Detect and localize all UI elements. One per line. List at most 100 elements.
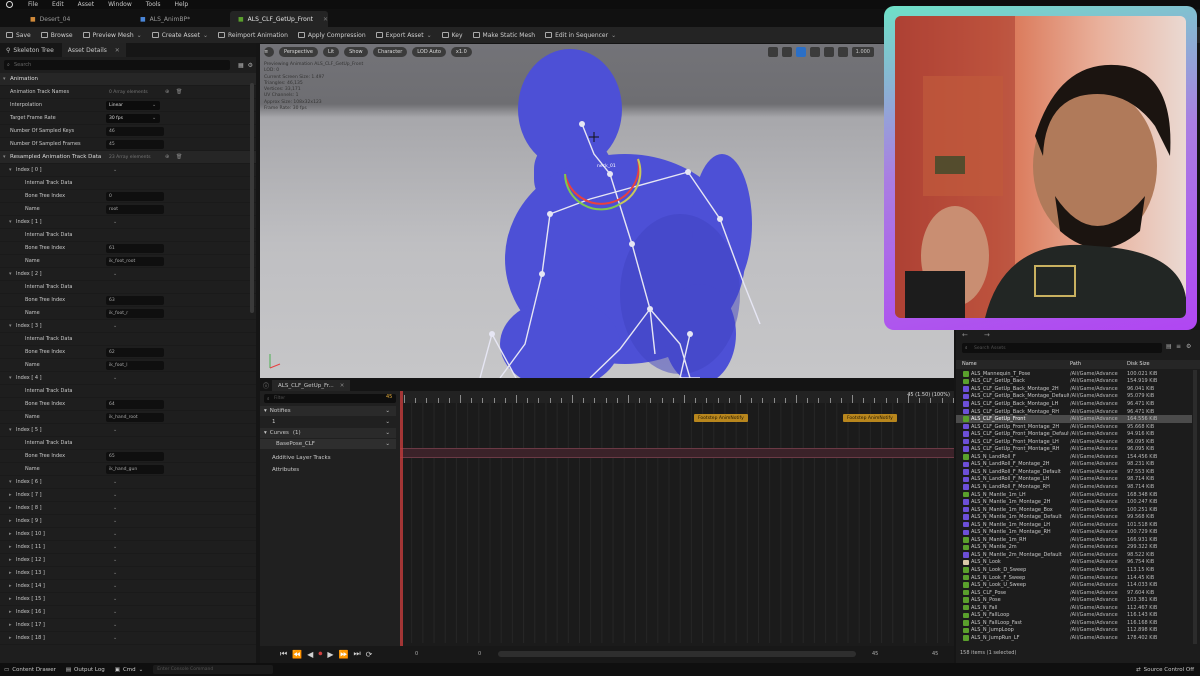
scale-icon[interactable] — [809, 47, 820, 57]
step-forward-icon[interactable]: ⏩ — [338, 650, 348, 659]
track-filter-input[interactable]: ⌕ Filter — [264, 394, 396, 403]
property-row[interactable]: Name ik_hand_gun — [0, 463, 256, 476]
rotate-icon[interactable] — [795, 47, 806, 57]
toolbar-button-apply-compression[interactable]: Apply Compression — [297, 32, 366, 39]
close-icon[interactable]: ✕ — [115, 47, 120, 54]
asset-row[interactable]: ALS_CLF_GetUp_Back_Montage_Default/All/G… — [956, 393, 1192, 401]
property-row[interactable]: Number Of Sampled Frames 45 — [0, 138, 256, 151]
delete-icon[interactable]: 🗑 — [176, 89, 182, 95]
tab-animbp[interactable]: ■ ALS_AnimBP* — [132, 11, 230, 27]
expand-arrow-icon[interactable]: ▸ — [9, 570, 12, 576]
asset-search-input[interactable]: ⌕ Search Assets — [962, 343, 1162, 353]
settings-gear-icon[interactable]: ⚙ — [1186, 343, 1191, 350]
close-icon[interactable]: ✕ — [340, 383, 345, 389]
asset-row[interactable]: ALS_CLF_GetUp_Front_Montage_Default/All/… — [956, 430, 1192, 438]
property-value[interactable]: 63 — [106, 295, 164, 305]
expand-arrow-icon[interactable]: ▸ — [9, 596, 12, 602]
playback-speed-button[interactable]: x1.0 — [450, 47, 472, 57]
console-command-input[interactable]: Enter Console Command — [153, 665, 274, 674]
track-additive-layer-tracks[interactable]: Additive Layer Tracks — [260, 453, 396, 463]
expand-arrow-icon[interactable]: ▸ — [9, 518, 12, 524]
content-drawer-button[interactable]: ▭ Content Drawer — [4, 667, 56, 673]
delete-icon[interactable]: 🗑 — [176, 154, 182, 160]
animation-viewport[interactable]: neck_01 ≡ Perspective Lit Show Character… — [260, 44, 954, 378]
column-name[interactable]: Name — [962, 361, 977, 367]
expand-arrow-icon[interactable]: ▸ — [9, 492, 12, 498]
asset-row[interactable]: ALS_N_Look_D_Sweep/All/Game/Advance 113.1… — [956, 566, 1192, 574]
asset-row[interactable]: ALS_CLF_GetUp_Front_Montage_RH/All/Game/… — [956, 445, 1192, 453]
property-row[interactable]: Bone Tree Index 64 — [0, 398, 256, 411]
column-path[interactable]: Path — [1070, 361, 1081, 367]
loop-icon[interactable]: ⟳ — [366, 650, 373, 659]
asset-row[interactable]: ALS_N_Look/All/Game/Advance 96.754 KiB — [956, 559, 1192, 567]
asset-row[interactable]: ALS_N_Pose/All/Game/Advance 103.381 KiB — [956, 596, 1192, 604]
property-row[interactable]: ▾ Index [ 1 ] ⌄ — [0, 216, 256, 229]
forward-arrow-icon[interactable]: → — [984, 331, 990, 339]
property-row[interactable]: Bone Tree Index 65 — [0, 450, 256, 463]
expand-arrow-icon[interactable]: ▾ — [9, 323, 12, 329]
property-row[interactable]: ▾ Index [ 0 ] ⌄ — [0, 164, 256, 177]
property-row[interactable]: ▸ Index [ 9 ] ⌄ — [0, 515, 256, 528]
property-value[interactable]: 23 Array elements — [106, 153, 164, 162]
asset-row[interactable]: ALS_CLF_GetUp_Back/All/Game/Advance 154.9… — [956, 378, 1192, 386]
property-value[interactable]: ik_foot_root — [106, 256, 164, 266]
range-end[interactable]: 45 — [932, 651, 938, 657]
expand-arrow-icon[interactable]: ▸ — [9, 557, 12, 563]
asset-row[interactable]: ALS_N_LandRoll_F_Montage_Default/All/Gam… — [956, 468, 1192, 476]
expand-arrow-icon[interactable]: ▾ — [9, 219, 12, 225]
expand-arrow-icon[interactable]: ▾ — [264, 430, 267, 436]
property-row[interactable]: ▸ Index [ 10 ] ⌄ — [0, 528, 256, 541]
toolbar-button-create-asset[interactable]: Create Asset ⌄ — [151, 32, 208, 39]
surface-snap-icon[interactable] — [837, 47, 848, 57]
property-row[interactable]: Interpolation Linear ⌄ — [0, 99, 256, 112]
property-row[interactable]: Bone Tree Index 0 — [0, 190, 256, 203]
view-start[interactable]: 0 — [478, 651, 481, 657]
translate-icon[interactable] — [781, 47, 792, 57]
perspective-button[interactable]: Perspective — [279, 47, 318, 57]
frame-ruler[interactable] — [400, 391, 954, 403]
expand-arrow-icon[interactable]: ▾ — [9, 479, 12, 485]
expand-arrow-icon[interactable]: ▾ — [3, 76, 6, 82]
asset-row[interactable]: ALS_N_Fall/All/Game/Advance 112.467 KiB — [956, 604, 1192, 612]
fov-value[interactable]: 1.000 — [851, 47, 874, 57]
skip-to-end-icon[interactable]: ⏭ — [353, 649, 360, 659]
property-row[interactable]: Bone Tree Index 61 — [0, 242, 256, 255]
expand-arrow-icon[interactable]: ▸ — [9, 544, 12, 550]
chevron-down-icon[interactable]: ⌄ — [385, 441, 390, 447]
property-value[interactable]: 0 Array elements — [106, 88, 164, 97]
property-value[interactable]: ik_hand_root — [106, 412, 164, 422]
property-row[interactable]: Name ik_foot_r — [0, 307, 256, 320]
output-log-button[interactable]: ▤ Output Log — [66, 667, 105, 673]
chevron-down-icon[interactable]: ⌄ — [385, 419, 390, 425]
filter-icon[interactable]: ≡ — [1176, 343, 1181, 350]
settings-gear-icon[interactable]: ⚙ — [248, 62, 253, 69]
asset-row[interactable]: ALS_CLF_GetUp_Back_Montage_2H/All/Game/A… — [956, 385, 1192, 393]
toolbar-button-browse[interactable]: Browse — [40, 32, 73, 39]
property-row[interactable]: ▾ Resampled Animation Track Data 23 Array … — [0, 151, 256, 164]
track-notifies[interactable]: ▾ Notifies ⌄ — [260, 406, 396, 416]
asset-row[interactable]: ALS_N_FallLoop/All/Game/Advance 116.143 K… — [956, 612, 1192, 620]
lit-button[interactable]: Lit — [322, 47, 340, 57]
menu-window[interactable]: Window — [108, 1, 132, 8]
menu-tools[interactable]: Tools — [146, 1, 161, 8]
property-value[interactable]: 0 — [106, 191, 164, 201]
tab-asset-details[interactable]: Asset Details ✕ — [61, 43, 126, 57]
show-button[interactable]: Show — [344, 47, 368, 57]
property-row[interactable]: ▸ Index [ 17 ] ⌄ — [0, 619, 256, 632]
property-row[interactable]: ▾ Animation — [0, 73, 256, 86]
property-value[interactable]: ik_foot_l — [106, 360, 164, 370]
property-value[interactable]: 64 — [106, 399, 164, 409]
expand-arrow-icon[interactable]: ▾ — [9, 167, 12, 173]
property-value[interactable]: 46 — [106, 126, 164, 136]
expand-arrow-icon[interactable]: ▸ — [9, 531, 12, 537]
asset-row[interactable]: ALS_CLF_GetUp_Front_Montage_2H/All/Game/… — [956, 423, 1192, 431]
property-row[interactable]: ▸ Index [ 11 ] ⌄ — [0, 541, 256, 554]
track-basepose-clf[interactable]: BasePose_CLF ⌄ — [260, 439, 396, 449]
toolbar-button-export-asset[interactable]: Export Asset ⌄ — [375, 32, 432, 39]
skip-to-start-icon[interactable]: ⏮ — [280, 649, 287, 659]
add-element-icon[interactable]: ⊕ — [165, 89, 169, 95]
asset-row[interactable]: ALS_CLF_Pose/All/Game/Advance 97.604 KiB — [956, 589, 1192, 597]
asset-row[interactable]: ALS_N_Look_U_Sweep/All/Game/Advance 114.0… — [956, 581, 1192, 589]
timeline-area[interactable]: 45 (1.50) (100%) Footstep AnimNotify Foo… — [400, 391, 954, 653]
source-control-button[interactable]: ⇄ Source Control Off — [1136, 667, 1194, 673]
